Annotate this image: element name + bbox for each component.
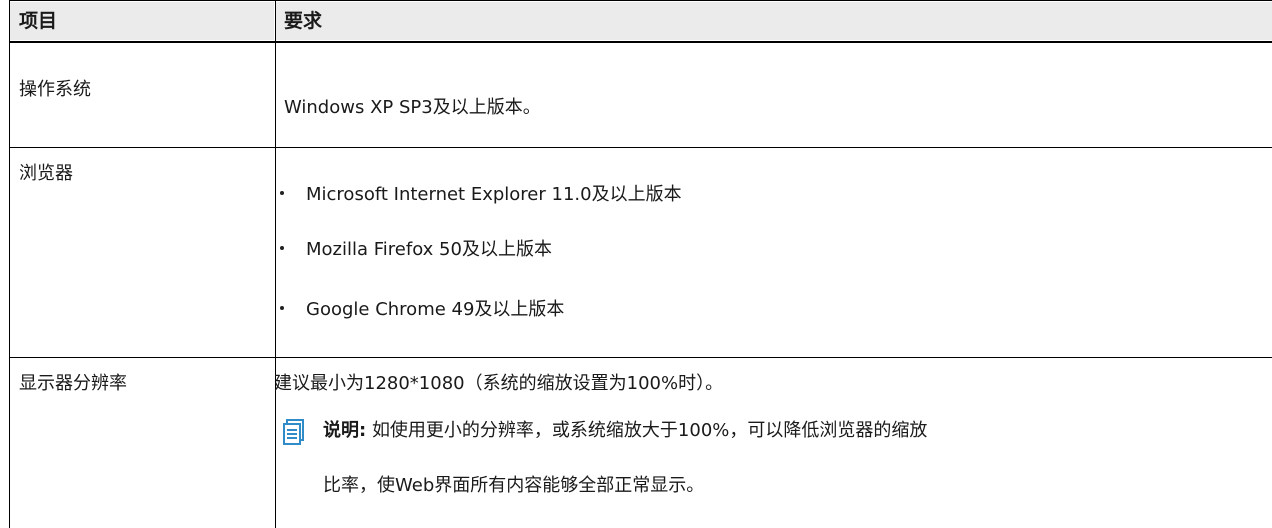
list-item: Google Chrome 49及以上版本 [280,297,564,323]
column-divider [275,1,276,528]
row-os-requirement: Windows XP SP3及以上版本。 [284,97,541,118]
bullet-icon [280,191,284,195]
browser-ie: Microsoft Internet Explorer 11.0及以上版本 [306,184,682,205]
note-icon [283,419,304,445]
bullet-icon [280,246,284,250]
list-item: Mozilla Firefox 50及以上版本 [280,237,552,263]
list-item: Microsoft Internet Explorer 11.0及以上版本 [280,182,682,208]
row-display-requirement: 建议最小为1280*1080（系统的缩放设置为100%时）。 [274,373,724,394]
row-os-item: 操作系统 [19,79,91,100]
browser-firefox: Mozilla Firefox 50及以上版本 [306,239,552,260]
header-divider [10,41,1272,45]
bullet-icon [280,306,284,310]
header-item: 项目 [10,2,274,40]
row-display-item: 显示器分辨率 [19,373,127,394]
note-line-2: 比率，使Web界面所有内容能够全部正常显示。 [323,475,705,496]
header-requirement: 要求 [276,2,1272,40]
requirements-table: 项目 要求 操作系统 Windows XP SP3及以上版本。 浏览器 Micr… [9,0,1272,528]
note-body-1: 如使用更小的分辨率，或系统缩放大于100%，可以降低浏览器的缩放 [371,420,928,441]
note-label: 说明: [323,420,367,441]
row-browser-item: 浏览器 [19,163,73,184]
row-divider [10,147,1272,148]
note-line-1: 说明: 如使用更小的分辨率，或系统缩放大于100%，可以降低浏览器的缩放 [323,418,927,444]
browser-chrome: Google Chrome 49及以上版本 [306,299,565,320]
row-divider [10,357,1272,358]
